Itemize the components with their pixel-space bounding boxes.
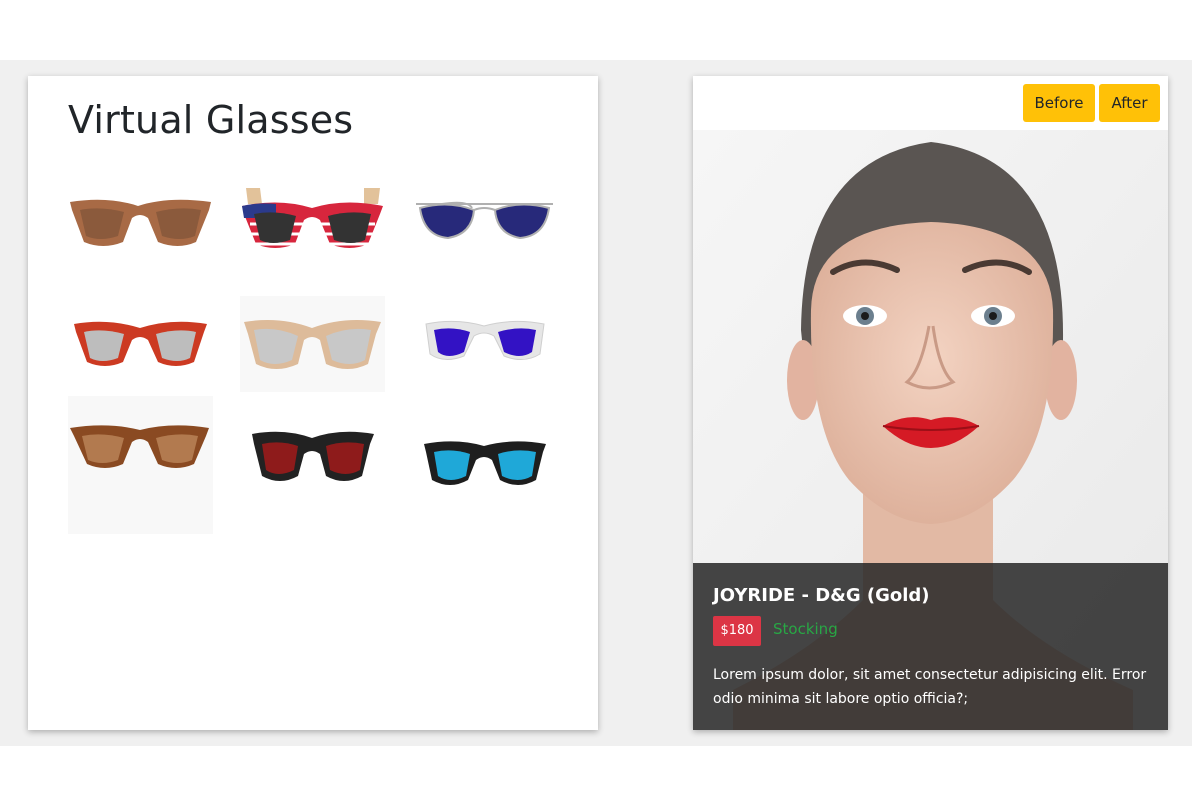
product-name: JOYRIDE - D&G (Gold): [713, 585, 930, 606]
model-preview-panel: Before After JOYRIDE - D&G (Gold) $180 S…: [693, 76, 1168, 730]
glasses-item-silver-aviator[interactable]: [412, 178, 557, 274]
black-blue-mirror-glasses-icon: [424, 441, 546, 485]
flag-wayfarer-glasses-icon: [242, 188, 383, 248]
glasses-item-clear-cateye[interactable]: [240, 296, 385, 392]
glasses-item-flag-wayfarer[interactable]: [240, 178, 385, 274]
silver-aviator-glasses-icon: [416, 201, 553, 240]
brown-wayfarer-glasses-icon: [70, 199, 211, 246]
red-wayfarer-glasses-icon: [74, 321, 207, 366]
glasses-item-tortoise-wayfarer[interactable]: [68, 396, 213, 534]
clear-blue-sport-glasses-icon: [425, 320, 545, 360]
product-description: Lorem ipsum dolor, sit amet consectetur …: [713, 667, 1147, 707]
after-button[interactable]: After: [1099, 84, 1160, 122]
glasses-catalog-panel: Virtual Glasses: [28, 76, 598, 730]
tortoise-wayfarer-glasses-icon: [70, 425, 209, 468]
glasses-item-red-wayfarer[interactable]: [68, 298, 213, 394]
stock-status: Stocking: [773, 620, 838, 638]
before-button[interactable]: Before: [1023, 84, 1095, 122]
price-badge: $180: [713, 616, 761, 646]
glasses-item-black-blue-mirror[interactable]: [412, 418, 557, 514]
product-info-overlay: JOYRIDE - D&G (Gold) $180 Stocking Lorem…: [693, 563, 1168, 730]
glasses-item-black-red-wayfarer[interactable]: [240, 416, 385, 512]
glasses-item-brown-wayfarer[interactable]: [68, 178, 213, 274]
clear-cateye-glasses-icon: [244, 320, 381, 369]
glasses-item-clear-blue-sport[interactable]: [412, 298, 557, 394]
black-red-wayfarer-glasses-icon: [252, 431, 374, 481]
catalog-title: Virtual Glasses: [68, 98, 354, 142]
